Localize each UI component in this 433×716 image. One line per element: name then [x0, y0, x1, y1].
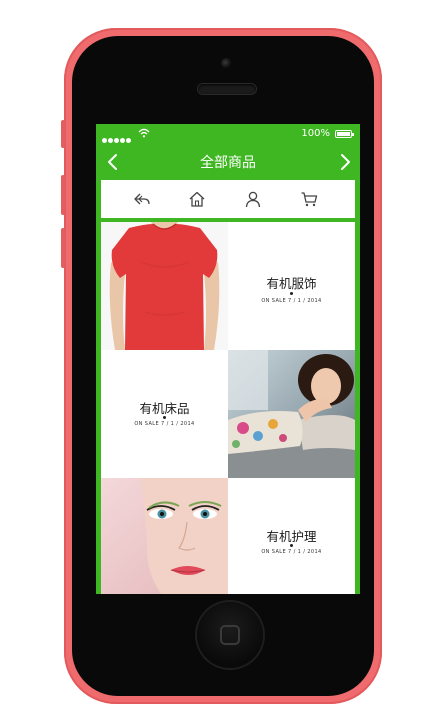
- product-card-clothing[interactable]: 有机服饰 ON SALE 7 / 1 / 2014: [228, 222, 355, 350]
- page-title: 全部商品: [200, 155, 256, 171]
- separator-dot: [290, 292, 293, 295]
- beauty-face-image: [101, 478, 228, 594]
- wifi-icon: [138, 128, 150, 138]
- red-tshirt-image: [101, 222, 228, 350]
- battery-percent: 100%: [301, 128, 330, 139]
- product-title: 有机床品: [139, 401, 190, 416]
- title-bar: 全部商品: [96, 144, 360, 180]
- product-title: 有机护理: [266, 529, 317, 544]
- product-card-bedding[interactable]: 有机床品 ON SALE 7 / 1 / 2014: [101, 350, 228, 478]
- product-grid: 有机服饰 ON SALE 7 / 1 / 2014 有机床品 ON SALE 7…: [101, 222, 355, 594]
- front-camera: [221, 58, 232, 69]
- status-bar: 100%: [96, 124, 360, 144]
- cart-icon[interactable]: [300, 190, 318, 208]
- home-icon[interactable]: [188, 190, 206, 208]
- volume-up-button: [61, 175, 65, 215]
- mute-switch: [61, 120, 65, 148]
- back-arrow-icon[interactable]: [133, 190, 151, 208]
- toolbar: [101, 180, 355, 218]
- product-title: 有机服饰: [266, 276, 317, 291]
- sale-date: ON SALE 7 / 1 / 2014: [134, 421, 195, 427]
- user-icon[interactable]: [244, 190, 262, 208]
- app-screen: 100% 全部商品 有机服饰 ON SALE 7 / 1 / 2014 有机床品…: [96, 124, 360, 594]
- separator-dot: [290, 544, 293, 547]
- volume-down-button: [61, 228, 65, 268]
- separator-dot: [163, 416, 166, 419]
- earpiece-speaker: [198, 84, 256, 94]
- sale-date: ON SALE 7 / 1 / 2014: [261, 549, 322, 555]
- product-card-care[interactable]: 有机护理 ON SALE 7 / 1 / 2014: [228, 478, 355, 594]
- product-image-care[interactable]: [101, 478, 228, 594]
- battery-icon: [335, 130, 354, 138]
- home-button[interactable]: [197, 602, 263, 668]
- woman-on-bed-image: [228, 350, 355, 478]
- product-image-clothing[interactable]: [101, 222, 228, 350]
- chevron-right-icon[interactable]: [338, 153, 352, 171]
- product-image-bedding[interactable]: [228, 350, 355, 478]
- sale-date: ON SALE 7 / 1 / 2014: [261, 298, 322, 304]
